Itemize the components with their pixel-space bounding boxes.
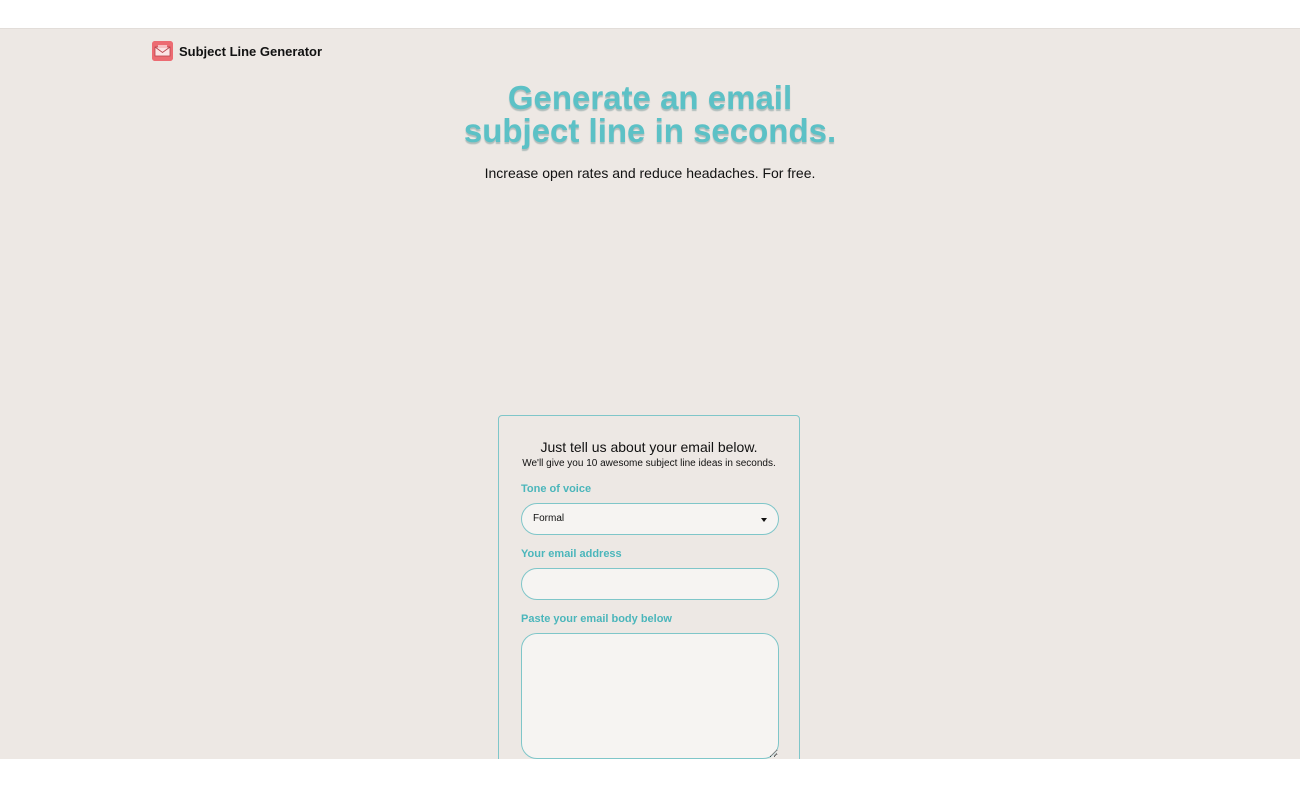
form-subtitle: We'll give you 10 awesome subject line i… <box>522 458 776 469</box>
envelope-icon <box>152 41 173 61</box>
resize-handle-icon[interactable] <box>771 750 777 756</box>
tone-of-voice-label: Tone of voice <box>521 483 592 495</box>
caret-down-icon <box>761 518 767 522</box>
tone-selected-value: Formal <box>533 513 565 524</box>
hero-title-line-1: Generate an email <box>507 79 793 116</box>
hero-subtitle: Increase open rates and reduce headaches… <box>484 165 816 181</box>
hero-title: Generate an email subject line in second… <box>350 81 950 147</box>
email-address-input[interactable] <box>521 568 779 600</box>
subject-line-form: Just tell us about your email below. We'… <box>498 415 800 759</box>
app-name: Subject Line Generator <box>179 43 323 59</box>
email-body-label: Paste your email body below <box>521 613 672 625</box>
brand-logo[interactable]: Subject Line Generator <box>152 41 322 61</box>
hero-title-line-2: subject line in seconds. <box>463 112 837 149</box>
email-body-textarea[interactable] <box>521 633 779 759</box>
page-body: Subject Line Generator Generate an email… <box>0 28 1300 759</box>
tone-of-voice-select[interactable]: Formal <box>521 503 779 535</box>
form-title: Just tell us about your email below. <box>540 439 758 455</box>
email-address-label: Your email address <box>521 548 622 560</box>
